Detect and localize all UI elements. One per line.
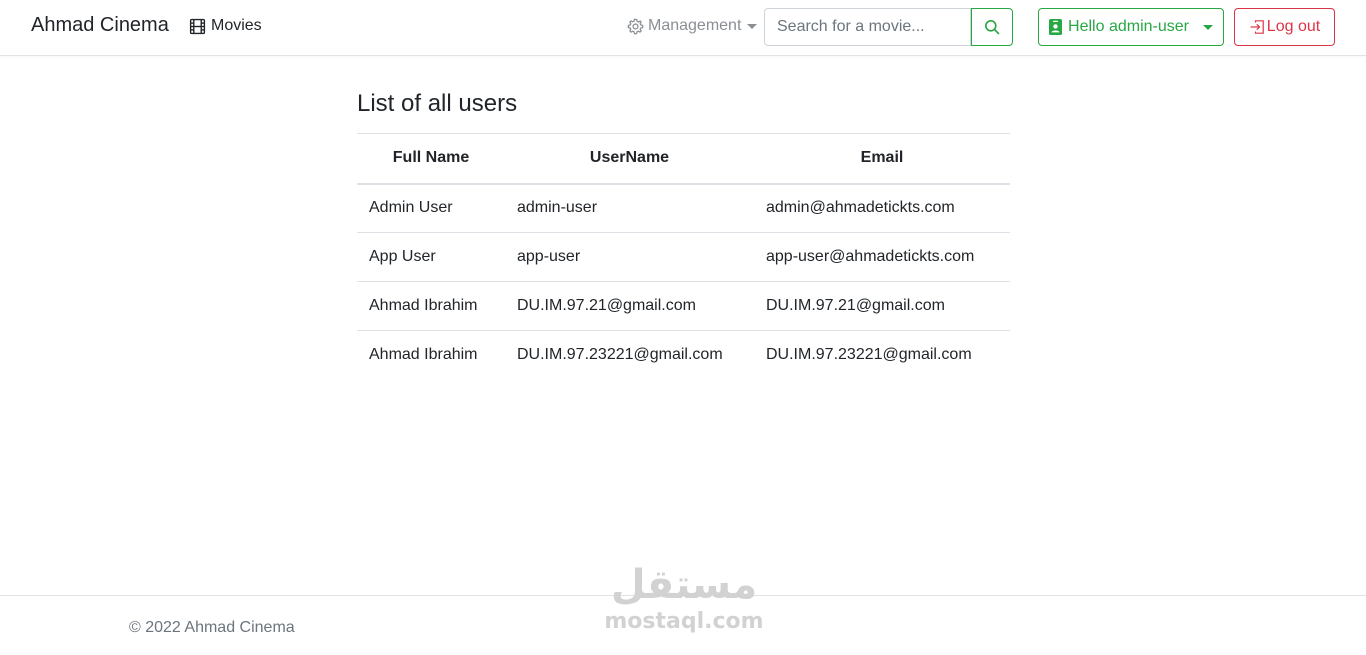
page-title: List of all users xyxy=(357,90,518,117)
top-navbar: Ahmad Cinema Movies Management Search fo… xyxy=(0,0,1366,56)
logout-label: Log out xyxy=(1266,18,1321,35)
cell-email: DU.IM.97.21@gmail.com xyxy=(754,281,1010,331)
brand-link[interactable]: Ahmad Cinema xyxy=(31,14,169,37)
column-header-full-name: Full Name xyxy=(357,133,505,185)
search-button[interactable] xyxy=(971,8,1013,46)
cell-username: app-user xyxy=(505,232,754,282)
cell-username: DU.IM.97.21@gmail.com xyxy=(505,281,754,331)
user-menu-button[interactable]: Hello admin-user xyxy=(1038,8,1224,46)
film-icon xyxy=(189,18,206,34)
management-dropdown[interactable]: Management xyxy=(627,17,758,35)
column-header-email: Email xyxy=(754,133,1010,185)
cell-full-name: Ahmad Ibrahim xyxy=(357,281,505,331)
watermark-arabic-text: مستقل xyxy=(610,562,758,608)
gear-icon xyxy=(627,18,644,34)
nav-movies-label: Movies xyxy=(211,17,262,34)
column-header-username: UserName xyxy=(505,133,754,185)
cell-full-name: App User xyxy=(357,232,505,282)
table-row: App User app-user app-user@ahmadetickts.… xyxy=(357,232,1010,282)
cell-full-name: Ahmad Ibrahim xyxy=(369,346,478,364)
logout-button[interactable]: Log out xyxy=(1234,8,1335,46)
cell-username: admin-user xyxy=(505,183,754,233)
nav-movies-link[interactable]: Movies xyxy=(189,17,262,35)
caret-down-icon xyxy=(747,24,758,29)
cell-email: DU.IM.97.23221@gmail.com xyxy=(766,346,972,364)
copyright-text: © 2022 Ahmad Cinema xyxy=(129,619,295,636)
watermark-latin-text: mostaql.com xyxy=(604,609,764,634)
users-table: Full Name UserName Email Admin User admi… xyxy=(357,133,1010,380)
person-badge-icon xyxy=(1049,19,1063,35)
caret-down-icon xyxy=(1202,25,1213,30)
table-row: Ahmad Ibrahim DU.IM.97.23221@gmail.com D… xyxy=(357,331,1010,380)
table-row: Ahmad Ibrahim DU.IM.97.21@gmail.com DU.I… xyxy=(357,281,1010,331)
search-icon xyxy=(985,20,1000,35)
management-label: Management xyxy=(648,17,742,34)
table-row: Admin User admin-user admin@ahmadetickts… xyxy=(357,183,1010,233)
cell-email: app-user@ahmadetickts.com xyxy=(754,232,1010,282)
logout-icon xyxy=(1250,20,1264,34)
user-menu-label: Hello admin-user xyxy=(1068,18,1189,35)
cell-username: DU.IM.97.23221@gmail.com xyxy=(517,346,723,364)
cell-full-name: Admin User xyxy=(357,183,505,233)
table-header-row: Full Name UserName Email xyxy=(357,133,1010,185)
cell-email: admin@ahmadetickts.com xyxy=(754,183,1010,233)
search-input[interactable] xyxy=(764,8,971,46)
watermark-logo: مستقل mostaql.com xyxy=(600,562,768,636)
